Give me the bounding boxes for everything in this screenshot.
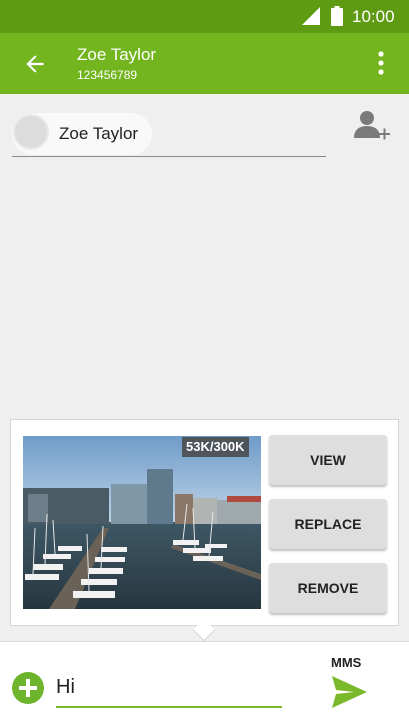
- message-type-label: MMS: [331, 655, 362, 670]
- status-time: 10:00: [352, 7, 395, 26]
- more-vert-icon[interactable]: [370, 50, 392, 76]
- remove-button[interactable]: REMOVE: [269, 563, 387, 613]
- signal-icon: [302, 7, 320, 25]
- app-bar: Zoe Taylor 123456789: [0, 33, 409, 94]
- attachment-size-badge: 53K/300K: [182, 437, 249, 457]
- conversation-title: Zoe Taylor: [77, 45, 157, 64]
- message-input-underline: [56, 706, 282, 708]
- recipient-field-underline: [12, 156, 326, 157]
- attachment-photo[interactable]: [23, 436, 261, 609]
- conversation-number: 123456789: [77, 68, 138, 82]
- back-arrow-icon[interactable]: [22, 51, 48, 77]
- message-input[interactable]: Hi: [56, 676, 75, 699]
- send-icon[interactable]: [330, 673, 368, 711]
- recipient-chip[interactable]: Zoe Taylor: [12, 113, 152, 155]
- view-button[interactable]: VIEW: [269, 435, 387, 485]
- battery-icon: [331, 6, 343, 26]
- add-contact-icon[interactable]: [350, 108, 390, 148]
- recipient-name: Zoe Taylor: [59, 124, 139, 143]
- replace-button[interactable]: REPLACE: [269, 499, 387, 549]
- avatar: [13, 114, 49, 150]
- status-bar: 10:00: [0, 0, 409, 33]
- add-attachment-icon[interactable]: [12, 672, 44, 704]
